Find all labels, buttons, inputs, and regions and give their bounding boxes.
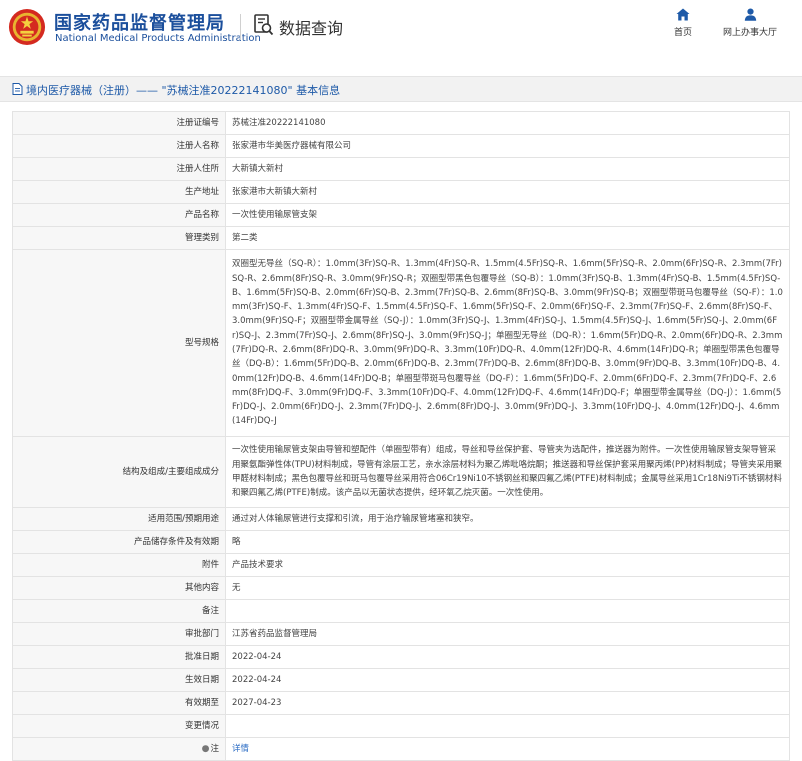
- lock-icon: ●: [201, 743, 210, 754]
- table-row: 管理类别 第二类: [12, 226, 790, 250]
- row-label: 其他内容: [12, 576, 226, 600]
- row-label: 备注: [12, 599, 226, 623]
- registration-info-table: 注册证编号 苏械注准20222141080 注册人名称 张家港市华美医疗器械有限…: [12, 111, 790, 761]
- row-label: 产品储存条件及有效期: [12, 530, 226, 554]
- page-title: 数据查询: [279, 19, 344, 38]
- row-label: 批准日期: [12, 645, 226, 669]
- header-divider: [240, 14, 241, 40]
- row-label: 生效日期: [12, 668, 226, 692]
- table-row: 附件 产品技术要求: [12, 553, 790, 577]
- nav-online-service[interactable]: 网上办事大厅: [715, 8, 785, 38]
- brand-title-cn[interactable]: 国家药品监督管理局: [54, 9, 225, 35]
- site-header: 国家药品监督管理局 National Medical Products Admi…: [0, 0, 802, 58]
- row-label: 注册人住所: [12, 157, 226, 181]
- row-value: 2022-04-24: [225, 645, 790, 669]
- breadcrumb: 境内医疗器械（注册）—— "苏械注准20222141080" 基本信息: [0, 76, 802, 102]
- row-value: 2022-04-24: [225, 668, 790, 692]
- row-label-note: ●注: [12, 737, 226, 761]
- breadcrumb-text: 境内医疗器械（注册）—— "苏械注准20222141080" 基本信息: [26, 84, 341, 97]
- row-label: 结构及组成/主要组成成分: [12, 436, 226, 508]
- details-link[interactable]: 详情: [232, 744, 249, 754]
- document-icon: [12, 83, 23, 95]
- row-label: 注册人名称: [12, 134, 226, 158]
- row-value-model-specs: 双圈型无导丝（SQ-R）：1.0mm(3Fr)SQ-R、1.3mm(4Fr)SQ…: [225, 249, 790, 437]
- row-value: 江苏省药品监督管理局: [225, 622, 790, 646]
- data-query-icon: [254, 14, 274, 36]
- row-value: 大新镇大新村: [225, 157, 790, 181]
- home-icon: [676, 8, 690, 21]
- table-row: 生产地址 张家港市大新镇大新村: [12, 180, 790, 204]
- row-label: 产品名称: [12, 203, 226, 227]
- row-label: 注: [210, 743, 219, 754]
- row-value: 一次性使用输尿管支架: [225, 203, 790, 227]
- table-row: 生效日期 2022-04-24: [12, 668, 790, 692]
- row-value: 无: [225, 576, 790, 600]
- row-value: 详情: [225, 737, 790, 761]
- row-label: 审批部门: [12, 622, 226, 646]
- row-label: 型号规格: [12, 249, 226, 437]
- row-label: 管理类别: [12, 226, 226, 250]
- nav-home-label: 首页: [673, 28, 692, 38]
- row-value: 略: [225, 530, 790, 554]
- table-row: 产品储存条件及有效期 略: [12, 530, 790, 554]
- row-value: 第二类: [225, 226, 790, 250]
- table-row: 有效期至 2027-04-23: [12, 691, 790, 715]
- row-value: 通过对人体输尿管进行支撑和引流，用于治疗输尿管堵塞和狭窄。: [225, 507, 790, 531]
- row-label: 注册证编号: [12, 111, 226, 135]
- row-value: [225, 599, 790, 623]
- table-row: 变更情况: [12, 714, 790, 738]
- table-row: 注册人名称 张家港市华美医疗器械有限公司: [12, 134, 790, 158]
- table-row: 注册人住所 大新镇大新村: [12, 157, 790, 181]
- table-row: 其他内容 无: [12, 576, 790, 600]
- table-row: 结构及组成/主要组成成分 一次性使用输尿管支架由导管和塑配件（单圈型带有）组成，…: [12, 436, 790, 508]
- row-value: 张家港市华美医疗器械有限公司: [225, 134, 790, 158]
- brand-title-en: National Medical Products Administration: [55, 33, 261, 44]
- row-label: 适用范围/预期用途: [12, 507, 226, 531]
- row-label: 附件: [12, 553, 226, 577]
- table-row: 备注: [12, 599, 790, 623]
- row-value: 2027-04-23: [225, 691, 790, 715]
- user-icon: [744, 8, 756, 21]
- table-row: 注册证编号 苏械注准20222141080: [12, 111, 790, 135]
- row-value-structure: 一次性使用输尿管支架由导管和塑配件（单圈型带有）组成，导丝和导丝保护套、导管夹为…: [225, 436, 790, 508]
- table-row: 适用范围/预期用途 通过对人体输尿管进行支撑和引流，用于治疗输尿管堵塞和狭窄。: [12, 507, 790, 531]
- nav-home[interactable]: 首页: [668, 8, 698, 38]
- national-emblem-icon: [8, 8, 46, 46]
- table-row: ●注 详情: [12, 737, 790, 761]
- table-row: 批准日期 2022-04-24: [12, 645, 790, 669]
- table-row: 产品名称 一次性使用输尿管支架: [12, 203, 790, 227]
- table-row: 审批部门 江苏省药品监督管理局: [12, 622, 790, 646]
- row-value: 苏械注准20222141080: [225, 111, 790, 135]
- row-value: 产品技术要求: [225, 553, 790, 577]
- row-value: [225, 714, 790, 738]
- table-row: 型号规格 双圈型无导丝（SQ-R）：1.0mm(3Fr)SQ-R、1.3mm(4…: [12, 249, 790, 437]
- row-label: 变更情况: [12, 714, 226, 738]
- row-label: 生产地址: [12, 180, 226, 204]
- nav-service-label: 网上办事大厅: [722, 28, 777, 38]
- row-value: 张家港市大新镇大新村: [225, 180, 790, 204]
- row-label: 有效期至: [12, 691, 226, 715]
